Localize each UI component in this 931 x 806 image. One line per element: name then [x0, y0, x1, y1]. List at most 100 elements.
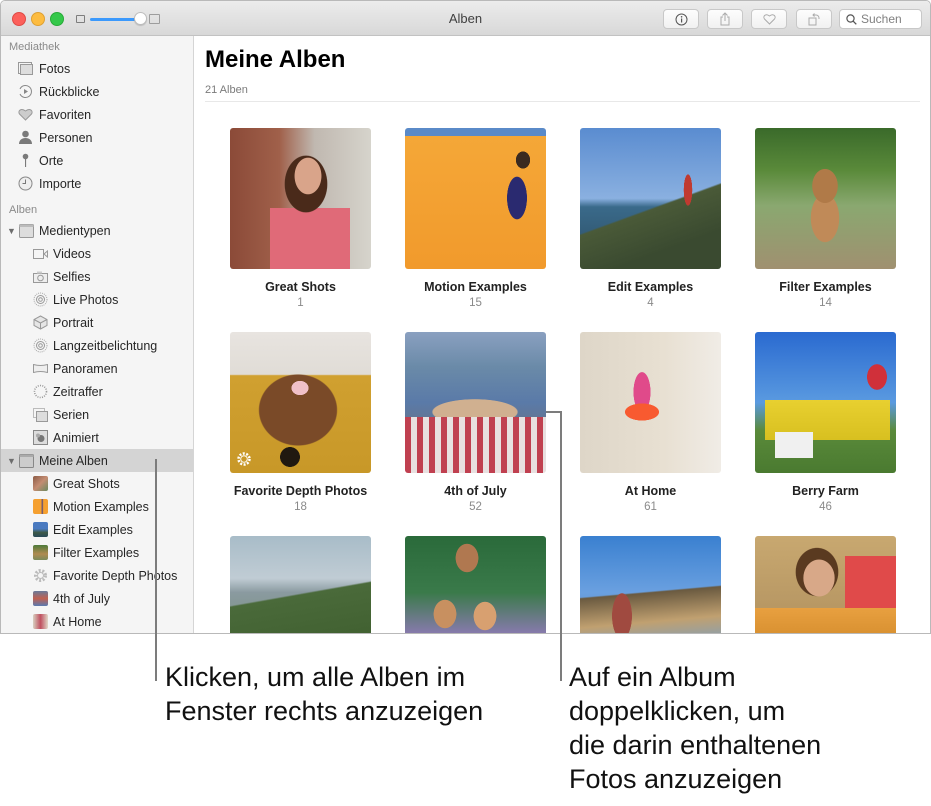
- album-name: Berry Farm: [792, 484, 859, 498]
- album-name: Edit Examples: [607, 280, 694, 294]
- disclosure-triangle-icon[interactable]: ▼: [7, 226, 16, 236]
- sidebar-item-zeitraffer[interactable]: Zeitraffer: [1, 380, 193, 403]
- sidebar-item-filter-examples[interactable]: Filter Examples: [1, 541, 193, 564]
- sidebar-item-label: Serien: [53, 407, 90, 422]
- sidebar-item-4th-of-july[interactable]: 4th of July: [1, 587, 193, 610]
- rotate-icon: [808, 13, 820, 26]
- album-thumbnail-icon: [32, 522, 48, 538]
- album-tile[interactable]: Favorite Depth Photos 18: [213, 332, 388, 513]
- sidebar-item-label: Zeitraffer: [53, 384, 103, 399]
- sidebar-item-label: Langzeitbelichtung: [53, 338, 158, 353]
- sidebar-item-label: Videos: [53, 246, 91, 261]
- disclosure-triangle-icon[interactable]: ▼: [7, 456, 16, 466]
- section-label-mediathek: Mediathek: [9, 41, 60, 53]
- sidebar-item-label: Great Shots: [53, 476, 120, 491]
- clock-icon: [17, 176, 33, 192]
- album-tile[interactable]: Filter Examples 14: [738, 128, 913, 309]
- pin-icon: [17, 153, 33, 169]
- video-icon: [32, 246, 48, 262]
- title-bar: Alben: [1, 1, 930, 36]
- sidebar-item-animiert[interactable]: Animiert: [1, 426, 193, 449]
- album-tile[interactable]: [738, 536, 913, 633]
- sidebar-item-label: Animiert: [53, 430, 99, 445]
- sidebar-item-live-photos[interactable]: Live Photos: [1, 288, 193, 311]
- album-tile[interactable]: Great Shots 1: [213, 128, 388, 309]
- album-thumbnail-icon: [32, 614, 48, 630]
- album-tile[interactable]: Edit Examples 4: [563, 128, 738, 309]
- album-tile[interactable]: [388, 536, 563, 633]
- sidebar-item-at-home[interactable]: At Home: [1, 610, 193, 633]
- album-cover[interactable]: [405, 332, 546, 473]
- album-cover[interactable]: [755, 332, 896, 473]
- sidebar-item-label: Edit Examples: [53, 522, 133, 537]
- album-tile[interactable]: [563, 536, 738, 633]
- favorite-button[interactable]: [751, 9, 787, 29]
- sidebar-item-importe[interactable]: Importe: [1, 172, 193, 195]
- memories-icon: [17, 84, 33, 100]
- album-cover[interactable]: [580, 128, 721, 269]
- album-cover[interactable]: [755, 536, 896, 633]
- info-button[interactable]: [663, 9, 699, 29]
- sidebar-item-langzeitbelichtung[interactable]: Langzeitbelichtung: [1, 334, 193, 357]
- sidebar-item-label: Medientypen: [39, 223, 111, 238]
- search-input[interactable]: [857, 12, 916, 26]
- callout-line-right: [560, 411, 562, 681]
- album-thumbnail-icon: [32, 499, 48, 515]
- sidebar-item-personen[interactable]: Personen: [1, 126, 193, 149]
- burst-icon: [32, 407, 48, 423]
- album-tile[interactable]: Berry Farm 46: [738, 332, 913, 513]
- share-button[interactable]: [707, 9, 743, 29]
- album-count: 21 Alben: [205, 84, 248, 96]
- album-tile[interactable]: Motion Examples 15: [388, 128, 563, 309]
- album-photo-count: 61: [644, 501, 657, 513]
- album-cover[interactable]: [580, 536, 721, 633]
- album-cover[interactable]: [405, 128, 546, 269]
- albums-view: Meine Alben 21 Alben Great Shots 1 Motio…: [194, 36, 930, 633]
- album-name: At Home: [624, 484, 677, 498]
- album-name: Filter Examples: [779, 280, 872, 294]
- share-icon: [720, 12, 730, 26]
- panorama-icon: [32, 361, 48, 377]
- sidebar-item-edit-examples[interactable]: Edit Examples: [1, 518, 193, 541]
- sidebar-item-selfies[interactable]: Selfies: [1, 265, 193, 288]
- sidebar: Mediathek Fotos Rückblicke Favoriten Per…: [1, 36, 194, 633]
- album-tile[interactable]: 4th of July 52: [388, 332, 563, 513]
- callout-line-right-tick: [546, 411, 562, 413]
- heart-icon: [762, 14, 776, 25]
- sidebar-item-portrait[interactable]: Portrait: [1, 311, 193, 334]
- album-cover[interactable]: [755, 128, 896, 269]
- depth-gear-icon: [237, 452, 251, 466]
- album-cover[interactable]: [230, 536, 371, 633]
- sidebar-item-fotos[interactable]: Fotos: [1, 57, 193, 80]
- album-photo-count: 1: [297, 297, 304, 309]
- sidebar-item-panoramen[interactable]: Panoramen: [1, 357, 193, 380]
- album-photo-count: 4: [647, 297, 654, 309]
- album-cover[interactable]: [230, 128, 371, 269]
- album-photo-count: 14: [819, 297, 832, 309]
- sidebar-item-great-shots[interactable]: Great Shots: [1, 472, 193, 495]
- sidebar-item-meine-alben[interactable]: ▼ Meine Alben: [1, 449, 193, 472]
- sidebar-item-videos[interactable]: Videos: [1, 242, 193, 265]
- person-icon: [17, 130, 33, 146]
- sidebar-item-medientypen[interactable]: ▼ Medientypen: [1, 219, 193, 242]
- sidebar-item-serien[interactable]: Serien: [1, 403, 193, 426]
- album-cover[interactable]: [230, 332, 371, 473]
- sidebar-item-orte[interactable]: Orte: [1, 149, 193, 172]
- sidebar-item-motion-examples[interactable]: Motion Examples: [1, 495, 193, 518]
- sidebar-item-rueckblicke[interactable]: Rückblicke: [1, 80, 193, 103]
- album-cover[interactable]: [580, 332, 721, 473]
- search-field[interactable]: [839, 9, 922, 29]
- album-tile[interactable]: At Home 61: [563, 332, 738, 513]
- album-cover[interactable]: [405, 536, 546, 633]
- heart-icon: [17, 107, 33, 123]
- callout-right-text: Auf ein Album doppelklicken, um die dari…: [569, 662, 822, 794]
- folder-icon: [18, 223, 34, 239]
- album-tile[interactable]: [213, 536, 388, 633]
- sidebar-item-favorite-depth-photos[interactable]: Favorite Depth Photos: [1, 564, 193, 587]
- album-photo-count: 18: [294, 501, 307, 513]
- sidebar-item-favoriten[interactable]: Favoriten: [1, 103, 193, 126]
- gear-icon: [32, 568, 48, 584]
- sidebar-item-label: Live Photos: [53, 292, 119, 307]
- album-name: Motion Examples: [424, 280, 527, 294]
- rotate-button[interactable]: [796, 9, 832, 29]
